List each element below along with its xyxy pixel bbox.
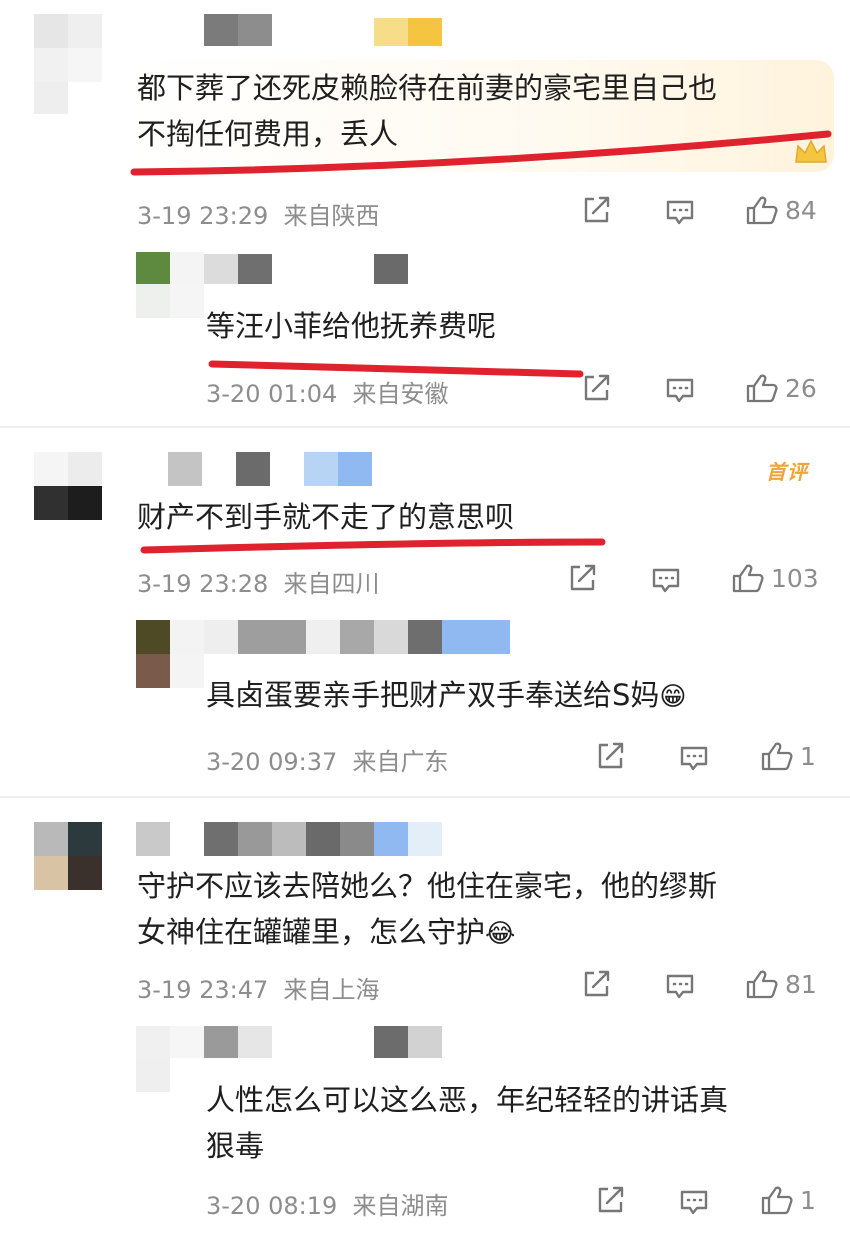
like-count: 1 <box>800 1185 816 1215</box>
reply-time: 3-20 08:19 <box>206 1192 338 1220</box>
share-icon <box>594 1184 626 1216</box>
avatar[interactable] <box>34 14 102 114</box>
comment-icon <box>678 742 710 774</box>
thumbs-up-icon <box>745 371 779 405</box>
share-icon <box>580 968 612 1000</box>
thumbs-up-icon <box>760 1183 794 1217</box>
avatar[interactable] <box>136 1026 204 1092</box>
like-count: 81 <box>785 969 817 999</box>
reply-text: 等汪小菲给他抚养费呢 <box>206 309 497 343</box>
comment-location: 来自四川 <box>283 570 380 598</box>
share-button[interactable] <box>594 740 626 772</box>
username[interactable] <box>204 14 444 46</box>
reply-meta: 3-20 08:19 来自湖南 <box>206 1186 449 1221</box>
thumbs-up-icon <box>745 967 779 1001</box>
reply-time: 3-20 09:37 <box>206 748 338 776</box>
laugh-cry-emoji-icon: 😂 <box>485 919 516 949</box>
thumbs-up-icon <box>760 739 794 773</box>
share-icon <box>594 740 626 772</box>
reply-time: 3-20 01:04 <box>206 380 338 408</box>
like-button[interactable]: 1 <box>760 739 816 773</box>
grin-emoji-icon: 😁 <box>659 682 687 712</box>
username[interactable] <box>168 452 372 486</box>
share-button[interactable] <box>580 194 612 226</box>
comment-text: 财产不到手就不走了的意思呗 <box>137 500 515 534</box>
share-button[interactable] <box>580 372 612 404</box>
like-count: 103 <box>771 563 819 593</box>
reply-text: 具卤蛋要亲手把财产双手奉送给S妈😁 <box>206 678 687 712</box>
comment-button[interactable] <box>678 1186 710 1218</box>
share-icon <box>580 194 612 226</box>
username[interactable] <box>204 1026 442 1058</box>
reply-location: 来自湖南 <box>352 1192 449 1220</box>
share-button[interactable] <box>594 1184 626 1216</box>
reply-meta: 3-20 01:04 来自安徽 <box>206 374 449 409</box>
comment-icon <box>650 564 682 596</box>
share-icon <box>580 372 612 404</box>
comment-button[interactable] <box>650 564 682 596</box>
like-count: 84 <box>785 195 817 225</box>
divider <box>0 426 850 428</box>
share-button[interactable] <box>566 562 598 594</box>
crown-icon <box>792 136 830 166</box>
avatar[interactable] <box>136 620 204 688</box>
divider <box>0 796 850 798</box>
comment-meta: 3-19 23:47 来自上海 <box>137 970 380 1005</box>
thumbs-up-icon <box>745 193 779 227</box>
reply-location: 来自广东 <box>352 748 449 776</box>
comment-button[interactable] <box>664 374 696 406</box>
comment-location: 来自上海 <box>283 976 380 1004</box>
comment-button[interactable] <box>664 970 696 1002</box>
avatar[interactable] <box>136 252 204 318</box>
like-count: 26 <box>785 373 817 403</box>
comment-icon <box>678 1186 710 1218</box>
comment-text: 守护不应该去陪她么？他住在豪宅，他的缪斯 女神住在罐罐里，怎么守护😂 <box>137 869 718 949</box>
like-button[interactable]: 26 <box>745 371 817 405</box>
like-button[interactable]: 1 <box>760 1183 816 1217</box>
username[interactable] <box>204 254 408 284</box>
comment-icon <box>664 374 696 406</box>
comment-icon <box>664 970 696 1002</box>
first-comment-badge: 首评 <box>766 460 808 484</box>
comment-button[interactable] <box>664 196 696 228</box>
username[interactable] <box>136 822 442 856</box>
comment-meta: 3-19 23:29 来自陕西 <box>137 196 380 231</box>
comment-time: 3-19 23:28 <box>137 570 269 598</box>
reply-text: 人性怎么可以这么恶，年纪轻轻的讲话真 狠毒 <box>206 1083 729 1163</box>
comment-time: 3-19 23:47 <box>137 976 269 1004</box>
comment-location: 来自陕西 <box>283 202 380 230</box>
thumbs-up-icon <box>731 561 765 595</box>
like-button[interactable]: 84 <box>745 193 817 227</box>
comment-text: 都下葬了还死皮赖脸待在前妻的豪宅里自己也 不掏任何费用，丢人 <box>137 71 718 151</box>
comment-icon <box>664 196 696 228</box>
reply-location: 来自安徽 <box>352 380 449 408</box>
avatar[interactable] <box>34 452 102 520</box>
avatar[interactable] <box>34 822 102 890</box>
username[interactable] <box>204 620 510 654</box>
like-count: 1 <box>800 741 816 771</box>
reply-meta: 3-20 09:37 来自广东 <box>206 742 449 777</box>
comment-time: 3-19 23:29 <box>137 202 269 230</box>
share-button[interactable] <box>580 968 612 1000</box>
share-icon <box>566 562 598 594</box>
comment-button[interactable] <box>678 742 710 774</box>
comment-meta: 3-19 23:28 来自四川 <box>137 564 380 599</box>
like-button[interactable]: 103 <box>731 561 819 595</box>
like-button[interactable]: 81 <box>745 967 817 1001</box>
